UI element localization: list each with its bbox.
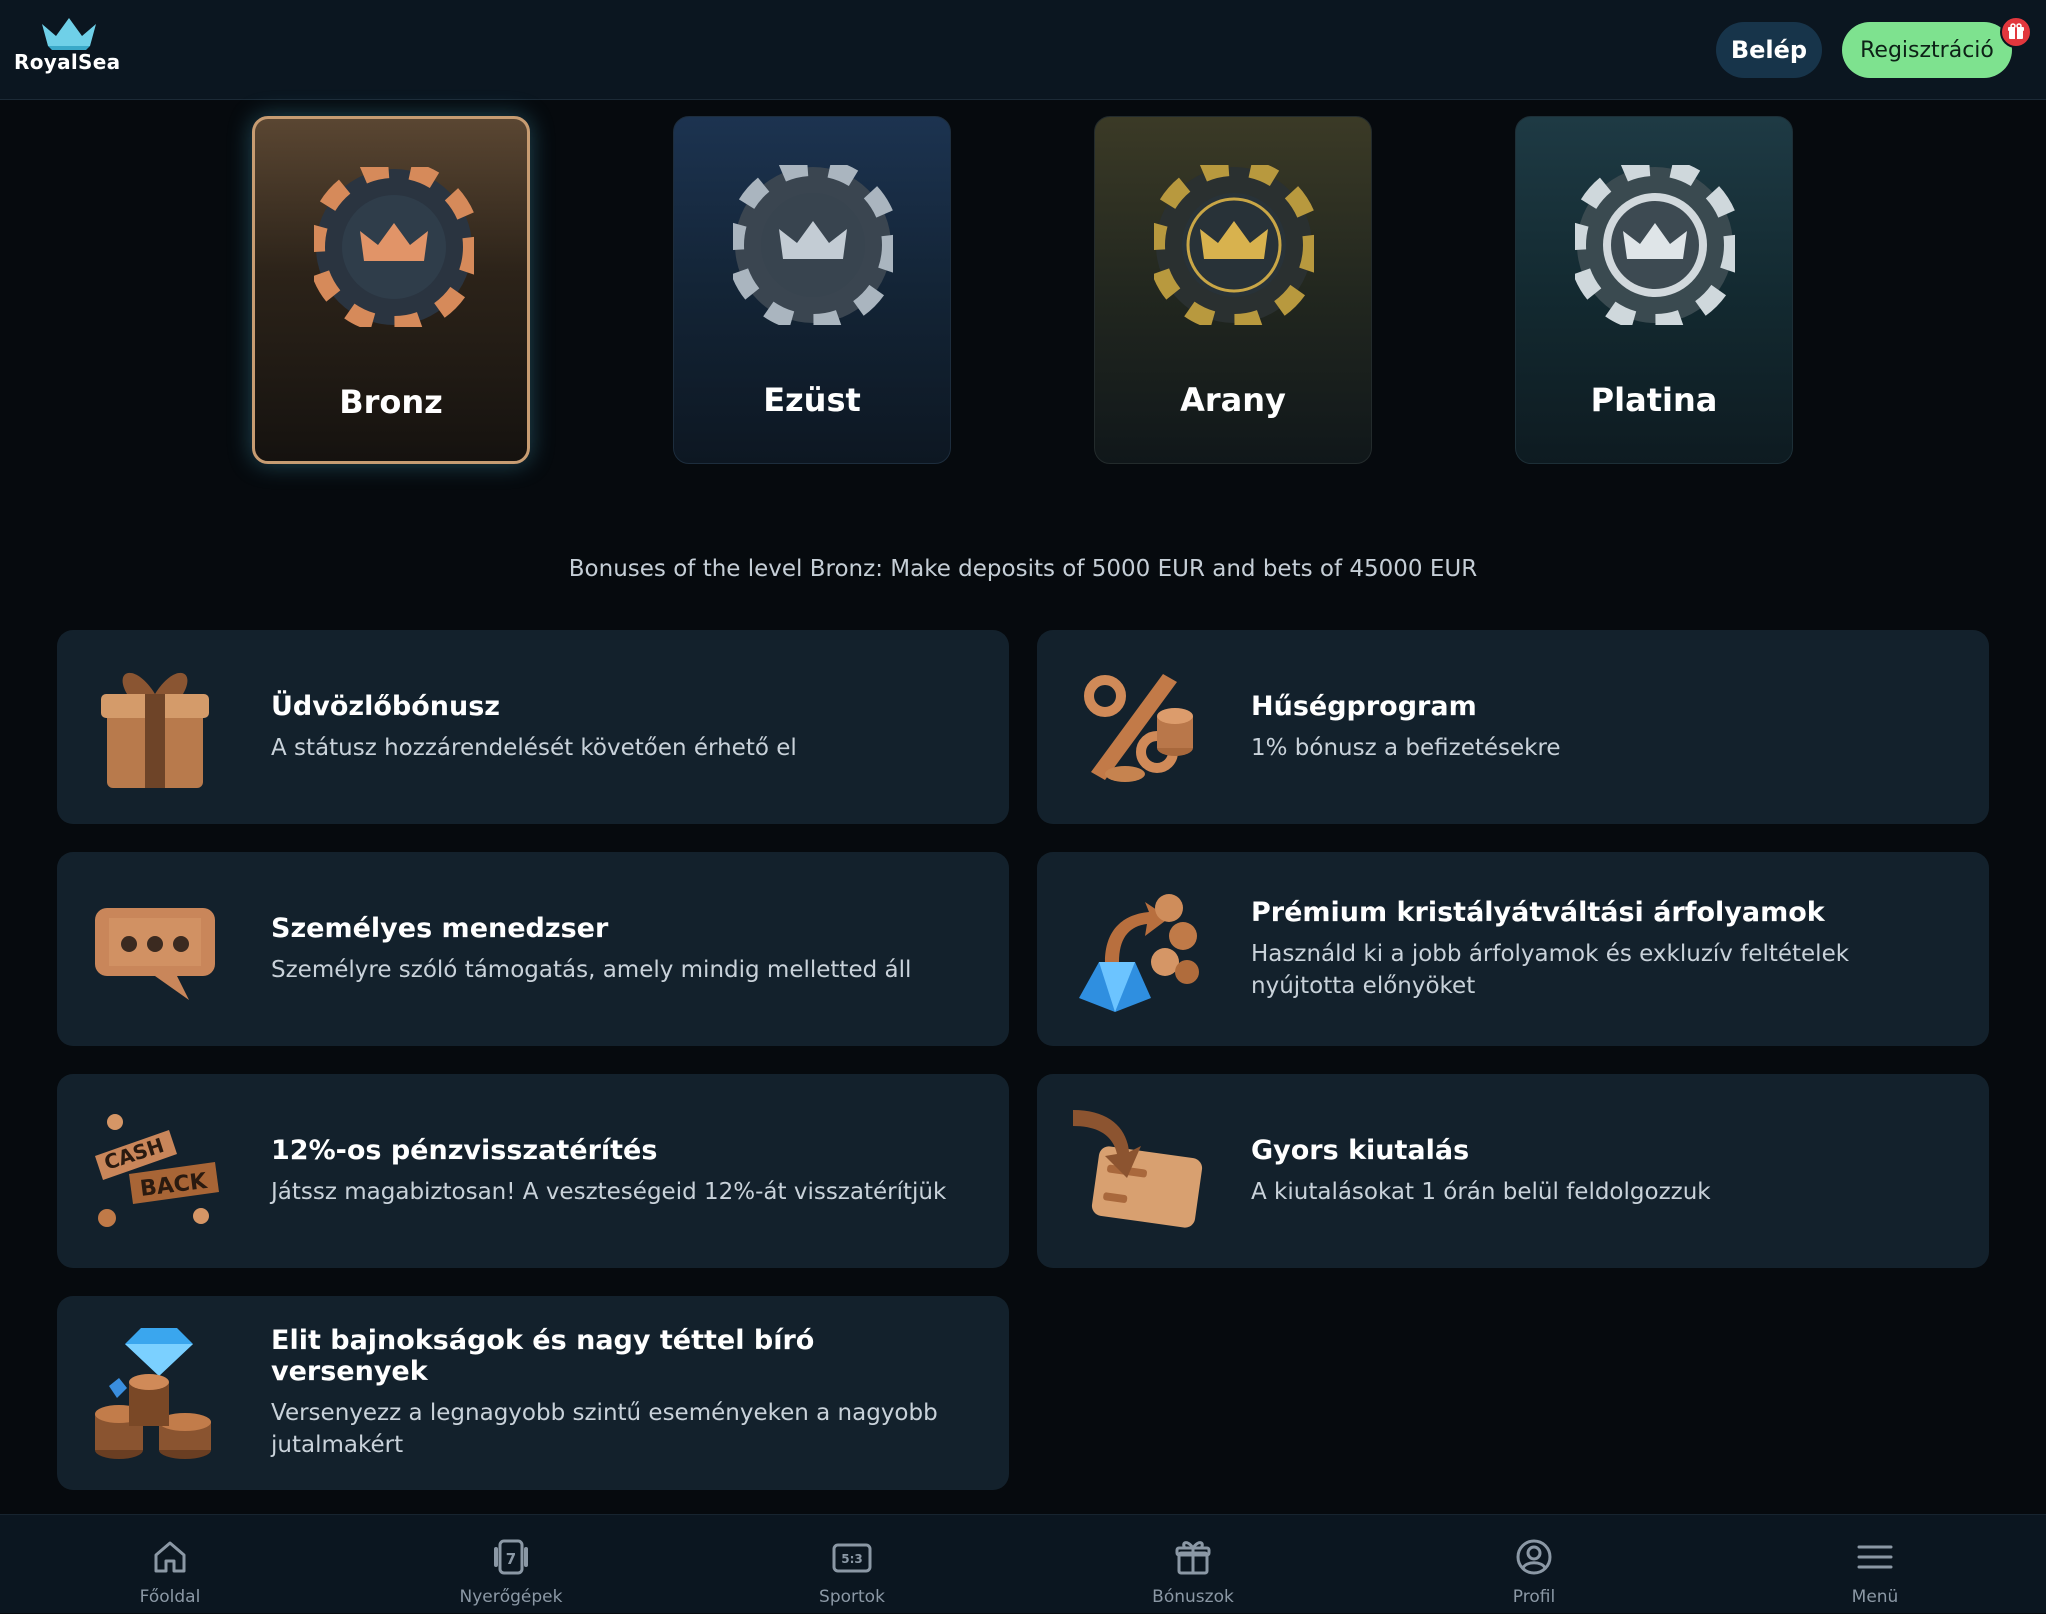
svg-text:7: 7 [506,1550,516,1568]
nav-item-slots[interactable]: 7 Nyerőgépek [411,1515,611,1614]
nav-item-home[interactable]: Főoldal [70,1515,270,1614]
bonus-title: Hűségprogram [1251,690,1477,722]
silver-chip-icon [733,165,893,325]
bonus-description: A státusz hozzárendelését követően érhet… [271,734,797,761]
slot-machine-icon: 7 [494,1539,528,1575]
gold-chip-icon [1154,165,1314,325]
scoreboard-icon: 5:3 [832,1543,872,1573]
bonus-description: Személyre szóló támogatás, amely mindig … [271,956,912,983]
bonus-description: Versenyezz a legnagyobb szintű események… [271,1400,938,1458]
chat-bubble-icon [95,908,215,1000]
level-name: Bronz [339,383,443,421]
nav-item-menu[interactable]: Menü [1775,1515,1975,1614]
level-selector: Bronz Ezüst Arany Platina [0,100,2046,500]
bonus-title: 12%-os pénzvisszatérítés [271,1134,658,1166]
bonus-card-personal-manager[interactable]: Személyes menedzser Személyre szóló támo… [57,852,1009,1046]
nav-label: Nyerőgépek [459,1587,563,1607]
nav-item-sports[interactable]: 5:3 Sportok [752,1515,952,1614]
crown-logo-icon [42,18,96,50]
nav-label: Menü [1851,1587,1899,1607]
register-button[interactable]: Regisztráció [1842,22,2012,78]
card-withdrawal-icon [1073,1110,1203,1228]
bonus-card-loyalty[interactable]: Hűségprogram 1% bónusz a befizetésekre [1037,630,1989,824]
bonus-card-fast-withdrawal[interactable]: Gyors kiutalás A kiutalásokat 1 órán bel… [1037,1074,1989,1268]
bonus-card-crystal-exchange[interactable]: Prémium kristályátváltási árfolyamok Has… [1037,852,1989,1046]
nav-label: Sportok [819,1587,885,1607]
bonus-card-cashback[interactable]: CASH BACK 12%-os pénzvisszatérítés Játss… [57,1074,1009,1268]
bonus-title: Elit bajnokságok és nagy téttel bíró ver… [271,1325,815,1387]
bonus-description: 1% bónusz a befizetésekre [1251,734,1561,761]
bonus-description: A kiutalásokat 1 órán belül feldolgozzuk [1251,1178,1711,1205]
bonus-title: Üdvözlőbónusz [271,690,501,722]
level-name: Ezüst [763,381,861,419]
cashback-icon: CASH BACK [95,1114,219,1227]
gift-icon [1175,1541,1211,1575]
crystal-exchange-icon [1079,894,1199,1012]
bonus-title: Személyes menedzser [271,912,609,944]
bottom-navigation: Főoldal 7 Nyerőgépek 5:3 Sportok Bónuszo… [0,1514,2046,1613]
level-card-ezust[interactable]: Ezüst [673,116,951,464]
top-header: RoyalSea Belép Regisztráció [0,0,2046,100]
nav-item-bonuses[interactable]: Bónuszok [1093,1515,1293,1614]
level-name: Arany [1180,381,1286,419]
svg-text:5:3: 5:3 [841,1552,863,1566]
platinum-chip-icon [1575,165,1735,325]
nav-item-profile[interactable]: Profil [1434,1515,1634,1614]
brand-name: RoyalSea [14,50,121,74]
bonus-title: Prémium kristályátváltási árfolyamok [1251,896,1825,928]
profile-icon [1516,1539,1552,1575]
bonus-description: Játssz magabiztosan! A veszteségeid 12%-… [271,1178,947,1205]
level-requirements-text: Bonuses of the level Bronz: Make deposit… [568,556,1478,582]
bonus-card-welcome[interactable]: Üdvözlőbónusz A státusz hozzárendelését … [57,630,1009,824]
nav-label: Főoldal [139,1587,201,1607]
bonus-card-elite-tournaments[interactable]: Elit bajnokságok és nagy téttel bíró ver… [57,1296,1009,1490]
bonus-description: Használd ki a jobb árfolyamok és exkluzí… [1251,940,1850,999]
gift-badge-icon[interactable] [2000,16,2032,48]
nav-label: Bónuszok [1152,1587,1234,1607]
level-card-bronz[interactable]: Bronz [252,116,530,464]
menu-icon [1857,1545,1893,1569]
level-card-platina[interactable]: Platina [1515,116,1793,464]
home-icon [154,1541,186,1573]
percent-coins-icon [1084,674,1193,782]
bronze-chip-icon [314,167,474,327]
login-button[interactable]: Belép [1716,22,1822,78]
diamond-trophy-icon [95,1328,211,1459]
gift-box-icon [101,672,209,788]
bonus-title: Gyors kiutalás [1251,1134,1470,1166]
level-card-arany[interactable]: Arany [1094,116,1372,464]
royalsea-logo[interactable]: RoyalSea [14,16,124,80]
nav-label: Profil [1512,1587,1556,1607]
level-name: Platina [1590,381,1718,419]
